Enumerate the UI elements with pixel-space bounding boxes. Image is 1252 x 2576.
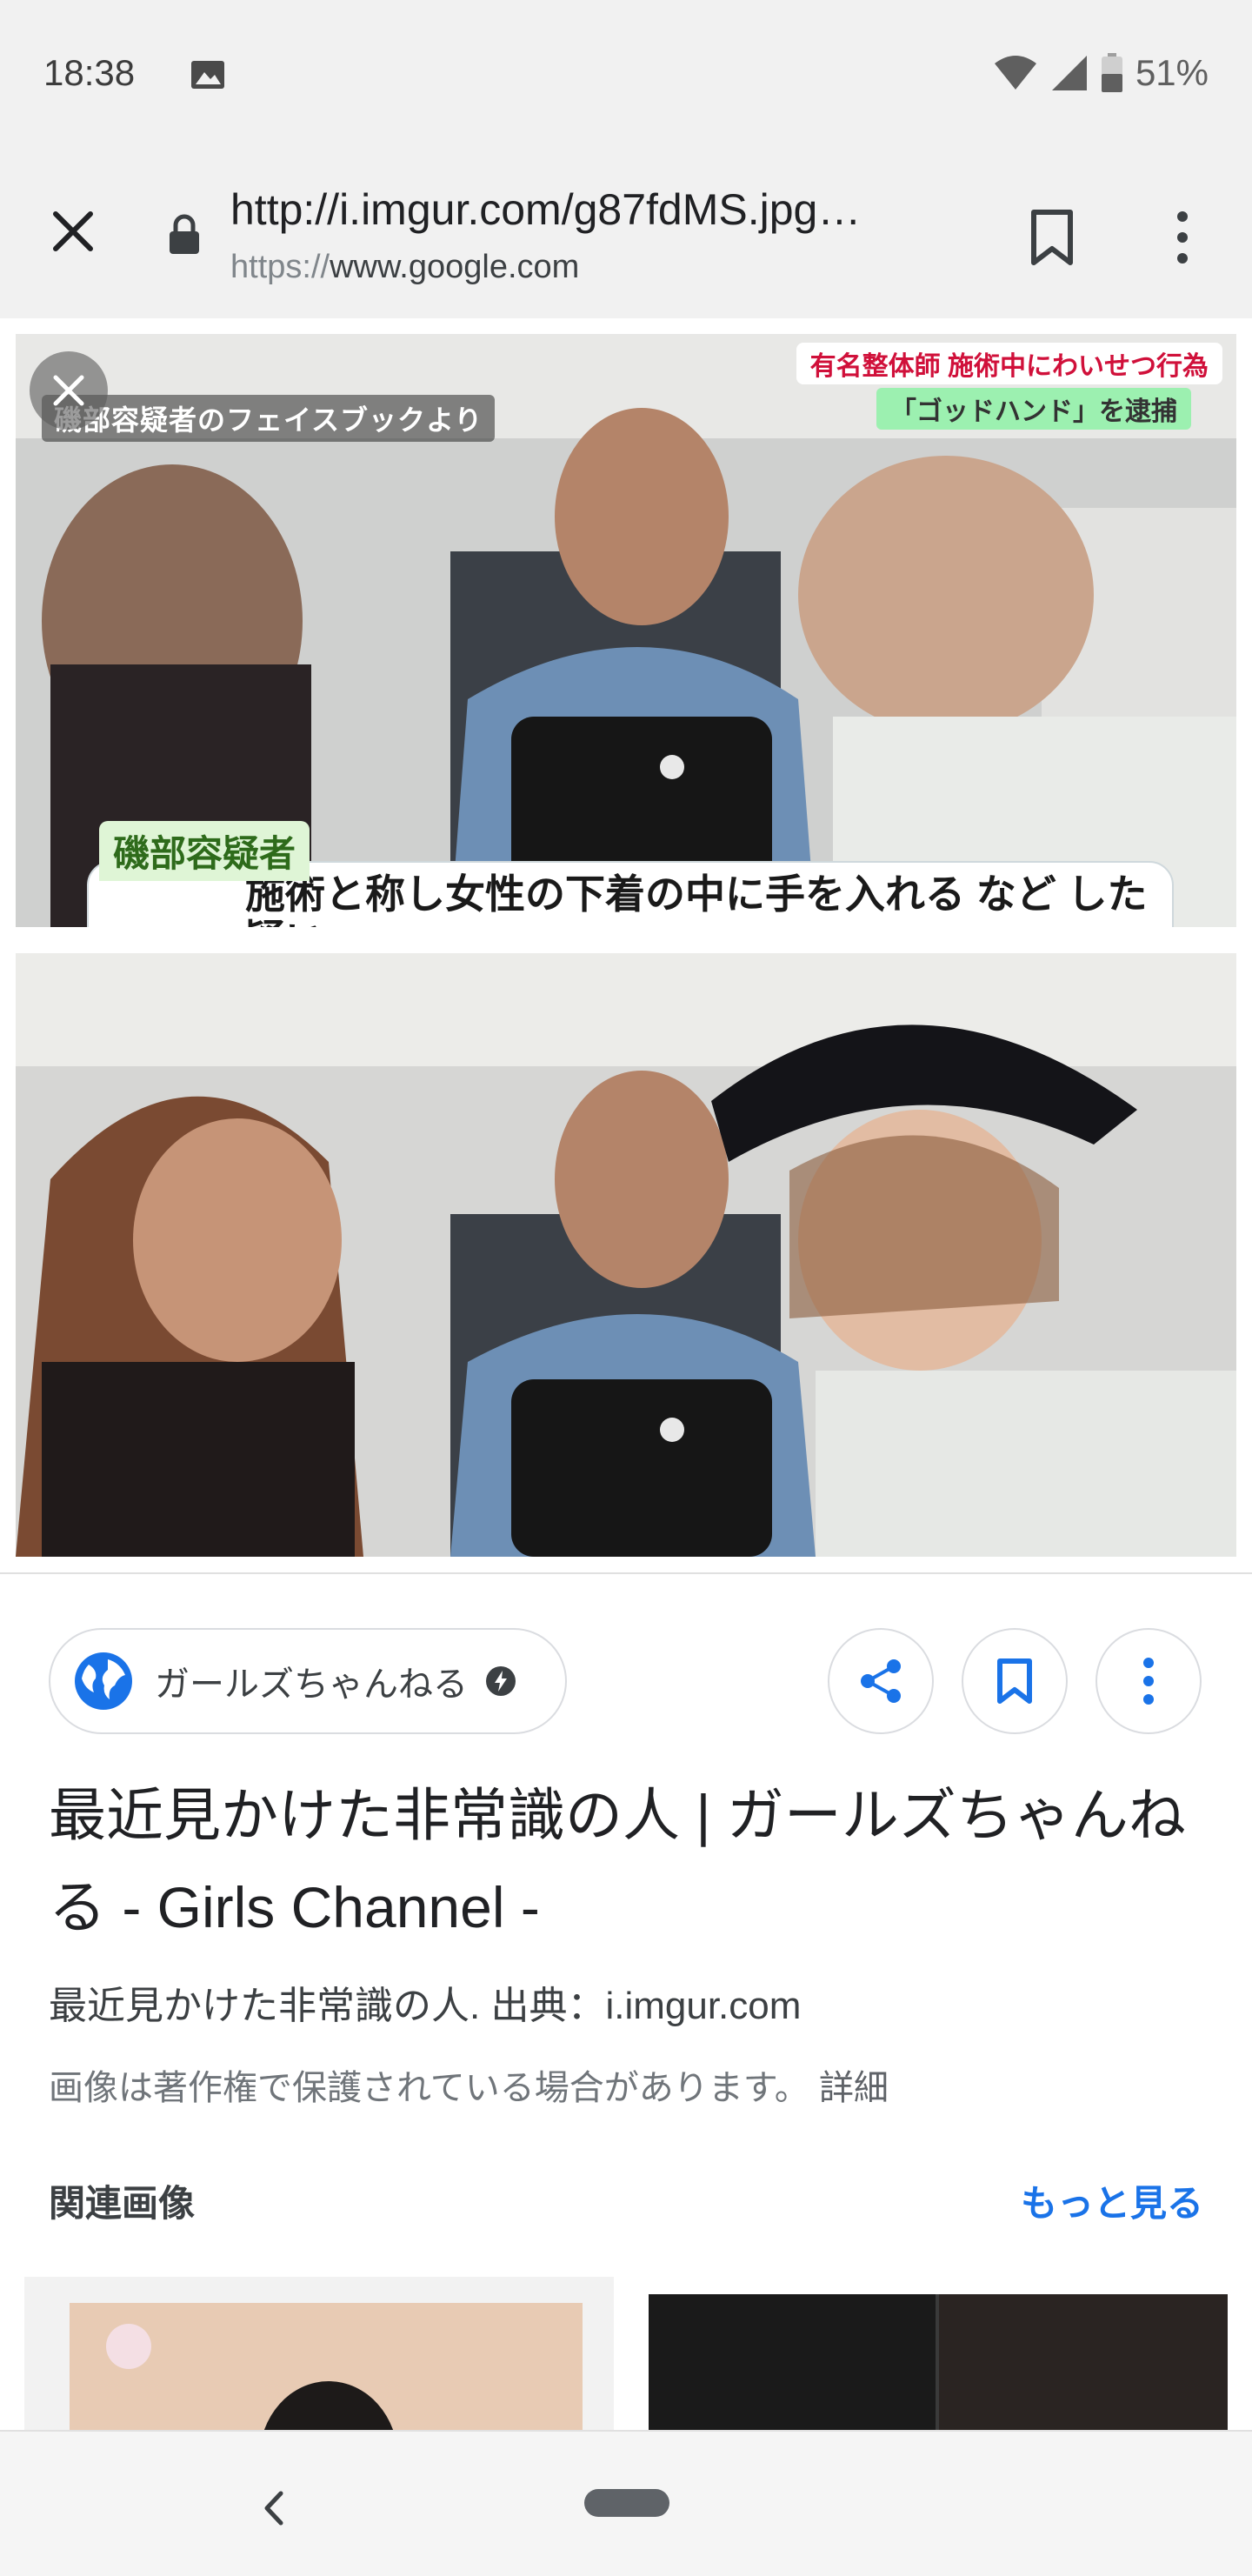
divider — [0, 1572, 1252, 1574]
bookmark-icon — [997, 1658, 1032, 1704]
image-viewer: 有名整体師 施術中にわいせつ行為 「ゴッドハンド」を逮捕 磯部容疑者のフェイスブ… — [0, 318, 1252, 1571]
battery-percent: 51% — [1135, 52, 1209, 93]
status-time: 18:38 — [43, 52, 136, 93]
home-pill-button[interactable] — [584, 2489, 669, 2517]
bookmark-button[interactable] — [1017, 198, 1087, 277]
see-more-link[interactable]: もっと見る — [1021, 2174, 1203, 2227]
status-icons: 51% — [993, 50, 1209, 96]
globe-icon — [75, 1652, 132, 1710]
more-vert-icon — [1143, 1658, 1154, 1705]
copyright-text: 画像は著作権で保護されている場合があります。 — [49, 2069, 809, 2107]
photo-group[interactable] — [16, 953, 1236, 1557]
origin-scheme: https:// — [230, 249, 330, 285]
news-caption-subheadline: 「ゴッドハンド」を逮捕 — [876, 388, 1191, 430]
source-name: ガールズちゃんねる — [155, 1665, 468, 1704]
more-vert-icon — [1177, 211, 1188, 264]
status-bar: 18:38 51% — [0, 0, 1252, 153]
close-viewer-button[interactable] — [30, 351, 108, 430]
share-button[interactable] — [828, 1628, 934, 1734]
page-origin[interactable]: https://www.google.com — [230, 249, 579, 286]
close-tab-button[interactable] — [42, 200, 104, 263]
signal-icon — [1051, 56, 1087, 90]
more-actions-button[interactable] — [1096, 1628, 1202, 1734]
result-title[interactable]: 最近見かけた非常識の人 | ガールズちゃんねる - Girls Channel … — [49, 1769, 1214, 1953]
related-images-heading: 関連画像 — [49, 2183, 196, 2224]
news-caption-source: 磯部容疑者のフェイスブックより — [42, 395, 496, 442]
bookmark-icon — [1031, 210, 1073, 265]
wifi-icon — [994, 56, 1036, 90]
source-chip[interactable]: ガールズちゃんねる — [49, 1628, 567, 1734]
close-icon — [53, 375, 84, 406]
amp-icon — [486, 1666, 516, 1696]
battery-icon — [1101, 53, 1122, 92]
custom-tab-toolbar: http://i.imgur.com/g87fdMS.jpg… https://… — [0, 153, 1252, 320]
result-description: 最近見かけた非常識の人. 出典：i.imgur.com — [49, 1985, 802, 2027]
share-icon — [861, 1659, 901, 1703]
system-navigation-bar — [0, 2430, 1252, 2576]
page-url-title[interactable]: http://i.imgur.com/g87fdMS.jpg… — [230, 184, 952, 235]
more-options-button[interactable] — [1148, 198, 1217, 277]
photo-news-screenshot[interactable]: 有名整体師 施術中にわいせつ行為 「ゴッドハンド」を逮捕 磯部容疑者のフェイスブ… — [16, 334, 1236, 927]
lock-icon[interactable] — [167, 214, 202, 256]
detail-link[interactable]: 詳細 — [819, 2069, 889, 2107]
news-caption-name: 磯部容疑者 — [99, 821, 310, 881]
back-button[interactable] — [247, 2482, 299, 2534]
image-icon — [191, 61, 224, 89]
close-icon — [53, 211, 93, 251]
save-image-button[interactable] — [962, 1628, 1068, 1734]
origin-host: www.google.com — [330, 249, 580, 285]
copyright-note: 画像は著作権で保護されている場合があります。 詳細 — [49, 2059, 889, 2110]
chevron-left-icon — [264, 2491, 283, 2526]
photo-scene-2 — [16, 953, 1236, 1557]
news-caption-headline: 有名整体師 施術中にわいせつ行為 — [796, 343, 1222, 384]
